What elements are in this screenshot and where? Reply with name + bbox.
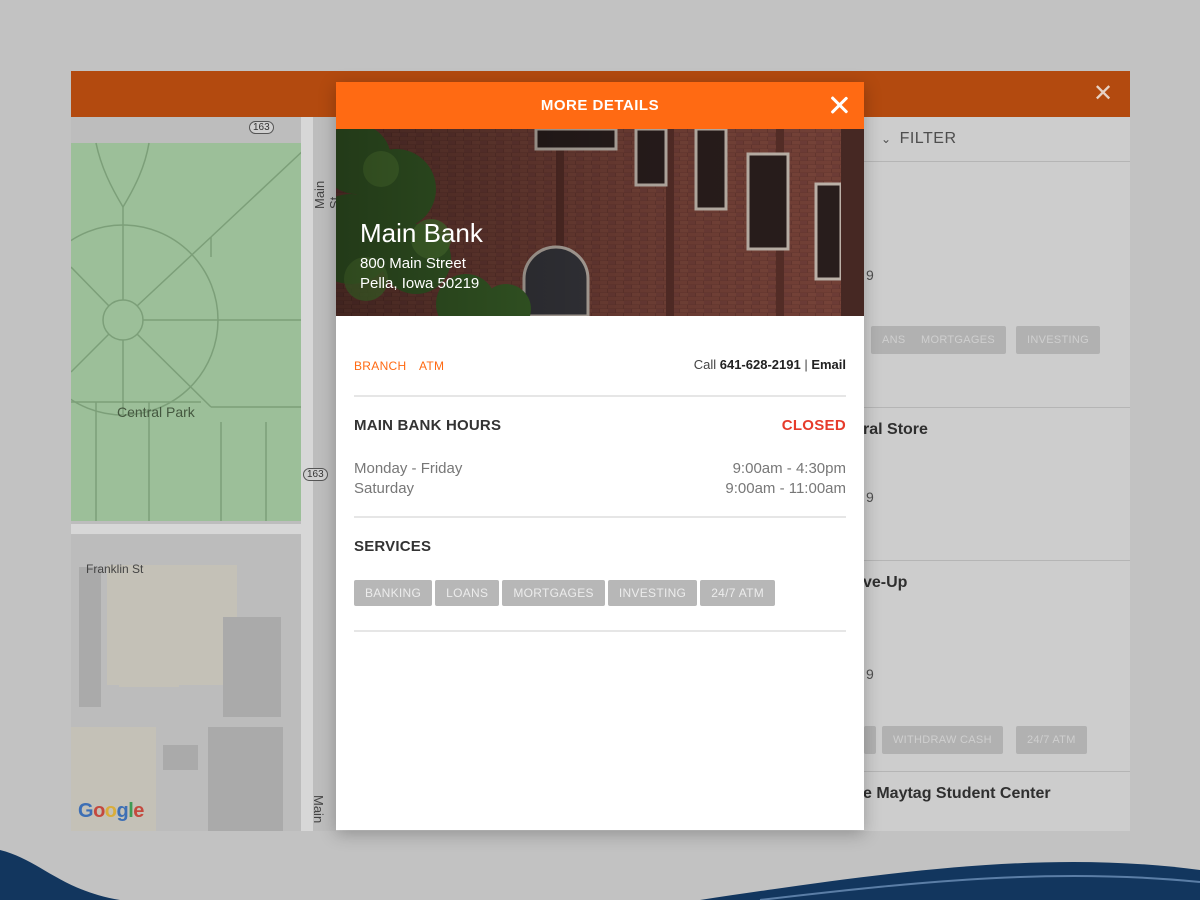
service-chip: WITHDRAW CASH	[882, 726, 1003, 754]
service-chip	[864, 726, 876, 754]
hours-day: Monday - Friday	[354, 460, 463, 477]
service-chip-banking: BANKING	[354, 580, 433, 606]
map-street-label: Franklin St	[86, 562, 144, 576]
list-divider	[863, 161, 1130, 162]
more-details-modal: MORE DETAILS Main Bank 800 Main Street P…	[336, 82, 864, 830]
map-street-label: Main St	[312, 180, 336, 209]
hours-time: 9:00am - 4:30pm	[732, 460, 846, 477]
type-tag-branch: BRANCH	[354, 359, 407, 373]
service-chip: MORTGAGES	[910, 326, 1007, 354]
map-route-badge: 163	[303, 468, 328, 481]
contact-separator: |	[800, 357, 812, 372]
contact-info: Call 641-628-2191 | Email	[694, 357, 846, 372]
modal-header: MORE DETAILS	[336, 82, 864, 129]
type-tag-atm: ATM	[418, 359, 445, 373]
map-park-label: Central Park	[117, 404, 195, 420]
status-badge: CLOSED	[781, 417, 846, 434]
filter-button[interactable]: ⌄ FILTER	[881, 130, 957, 148]
call-label: Call	[693, 357, 720, 372]
services-chip-list: BANKING LOANS MORTGAGES INVESTING 24/7 ATM	[354, 580, 778, 606]
list-item-title[interactable]: ral Store	[863, 421, 928, 439]
service-chip-loans: LOANS	[435, 580, 500, 606]
hours-time: 9:00am - 11:00am	[725, 480, 846, 497]
email-link[interactable]: Email	[811, 357, 846, 372]
list-item-zip: 9	[866, 666, 874, 682]
location-name: Main Bank	[360, 218, 483, 248]
location-city-state: Pella, Iowa 50219	[360, 275, 480, 292]
phone-link[interactable]: 641-628-2191	[720, 357, 801, 372]
app-close-icon[interactable]: ✕	[1090, 81, 1116, 107]
service-chip: INVESTING	[1016, 326, 1100, 354]
section-divider	[354, 395, 846, 397]
section-divider	[354, 516, 846, 518]
service-chip-investing: INVESTING	[607, 580, 698, 606]
services-title: SERVICES	[354, 538, 432, 555]
list-item-zip: 9	[866, 489, 874, 505]
location-type-row: BRANCH ATM Call 641-628-2191 | Email	[354, 357, 846, 373]
location-hero-image: Main Bank 800 Main Street Pella, Iowa 50…	[336, 129, 864, 316]
list-item-zip: 9	[866, 267, 874, 283]
hours-title: MAIN BANK HOURS	[354, 417, 502, 434]
section-divider	[354, 630, 846, 632]
background-wave	[0, 850, 1200, 900]
list-item-title[interactable]: ve-Up	[863, 574, 907, 592]
location-address: 800 Main Street	[360, 255, 466, 272]
map-drawing	[71, 117, 313, 831]
list-divider	[863, 560, 1130, 561]
hours-day: Saturday	[354, 480, 415, 497]
list-divider	[863, 771, 1130, 772]
service-chip-mortgages: MORTGAGES	[502, 580, 605, 606]
map-view[interactable]: Central Park Franklin St Main St Main 16…	[71, 117, 336, 831]
google-logo: Google	[78, 800, 144, 822]
chevron-down-icon: ⌄	[881, 132, 892, 146]
map-street-label: Main	[311, 795, 326, 824]
list-divider	[863, 407, 1130, 408]
close-icon[interactable]	[826, 92, 852, 118]
list-item-title[interactable]: e Maytag Student Center	[863, 785, 1051, 803]
service-chip: 24/7 ATM	[1016, 726, 1087, 754]
service-chip-atm: 24/7 ATM	[700, 580, 776, 606]
modal-title: MORE DETAILS	[540, 97, 660, 114]
map-route-badge: 163	[249, 121, 274, 134]
